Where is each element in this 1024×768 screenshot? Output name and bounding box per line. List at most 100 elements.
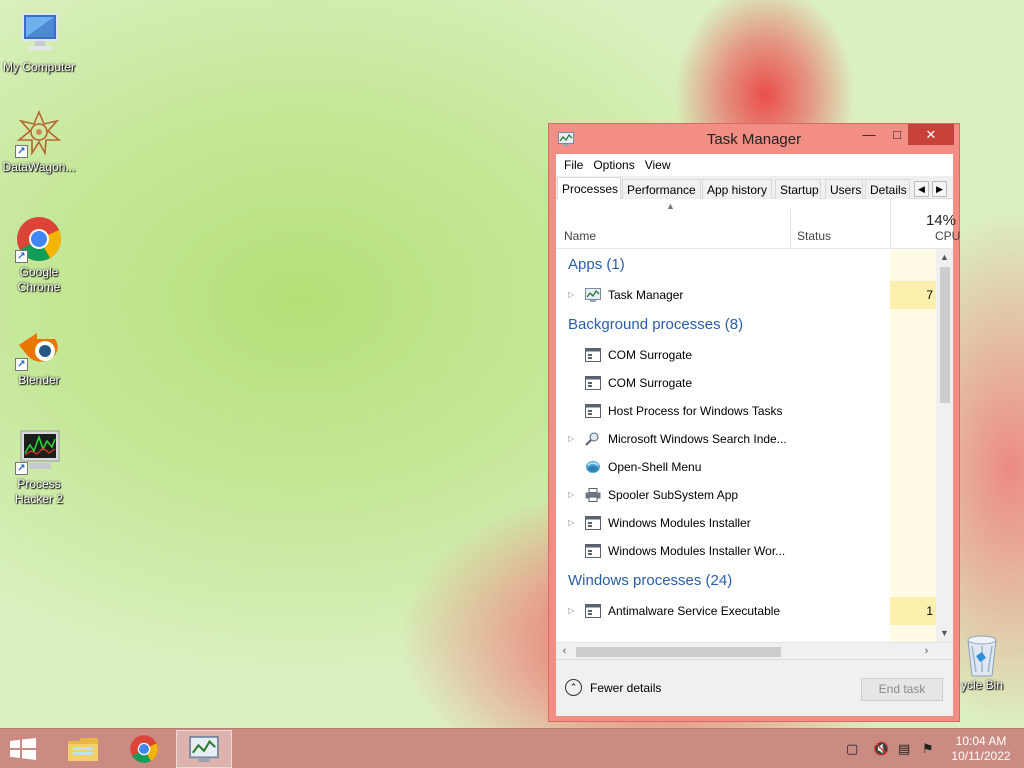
tab-startup[interactable]: Startup <box>775 179 821 199</box>
desktop-icon-process-hacker[interactable]: ↗ Process Hacker 2 <box>0 427 79 507</box>
column-status-header[interactable]: Status <box>797 229 831 243</box>
column-divider[interactable] <box>790 209 791 248</box>
open-shell-icon <box>585 460 601 474</box>
group-header-windows-processes[interactable]: Windows processes (24) <box>556 565 953 597</box>
taskbar-task-manager[interactable] <box>176 730 232 768</box>
expand-arrow-icon[interactable]: ▷ <box>568 518 574 527</box>
flag-error-icon[interactable]: ⚑ <box>922 741 934 757</box>
chevron-left-icon: ◀ <box>918 184 925 194</box>
desktop-icon-my-computer[interactable]: My Computer <box>0 10 79 75</box>
process-row[interactable]: Host Process for Windows Tasks <box>556 397 953 425</box>
network-icon[interactable]: ▤ <box>898 741 910 757</box>
desktop-icon-google-chrome[interactable]: ↗ Google Chrome <box>0 215 79 295</box>
chevron-left-icon: ‹ <box>562 645 567 657</box>
window-client-area: File Options View Processes Performance Ap… <box>556 154 960 716</box>
scroll-down-button[interactable]: ▼ <box>936 625 953 642</box>
menu-view[interactable]: View <box>640 154 676 172</box>
process-row[interactable]: ▷ Spooler SubSystem App <box>556 481 953 509</box>
menu-options[interactable]: Options <box>588 154 639 172</box>
footer-bar: ⌃ Fewer details End task <box>556 659 953 716</box>
minimize-button[interactable]: — <box>855 124 883 145</box>
window-process-icon <box>585 376 601 390</box>
menu-file[interactable]: File <box>559 154 588 172</box>
end-task-button[interactable]: End task <box>861 678 943 701</box>
process-name: Windows Modules Installer <box>608 516 751 530</box>
task-manager-icon <box>585 288 601 302</box>
scroll-up-button[interactable]: ▲ <box>936 249 953 266</box>
process-row[interactable]: COM Surrogate <box>556 369 953 397</box>
process-row[interactable]: Windows Modules Installer Wor... <box>556 537 953 565</box>
scroll-left-button[interactable]: ‹ <box>556 643 573 660</box>
window-process-icon <box>585 516 601 530</box>
process-name: Microsoft Windows Search Inde... <box>608 432 787 446</box>
tab-processes[interactable]: Processes <box>557 177 621 200</box>
desktop-icon-label: DataWagon... <box>2 160 76 174</box>
menu-bar: File Options View <box>556 154 953 176</box>
fewer-details-button[interactable]: ⌃ Fewer details <box>565 679 661 696</box>
chevron-right-icon: ▶ <box>936 184 943 194</box>
scroll-right-button[interactable]: › <box>918 643 935 660</box>
column-name-header[interactable]: Name <box>564 229 596 243</box>
expand-arrow-icon[interactable]: ▷ <box>568 606 574 615</box>
process-cpu: 7 <box>890 281 936 309</box>
start-button[interactable] <box>8 738 38 760</box>
column-header: ▲ Name Status 14% CPU <box>556 199 960 249</box>
search-indexer-icon <box>585 432 601 446</box>
group-header-apps[interactable]: Apps (1) <box>556 249 953 281</box>
tab-bar: Processes Performance App history Startu… <box>556 176 953 200</box>
expand-arrow-icon[interactable]: ▷ <box>568 434 574 443</box>
title-bar[interactable]: Task Manager — □ ✕ <box>549 124 959 154</box>
process-list: Apps (1) ▷ Task Manager 7 Background pro… <box>556 249 953 642</box>
vertical-scroll-thumb[interactable] <box>940 267 950 403</box>
process-row[interactable]: ▷ Task Manager 7 <box>556 281 953 309</box>
sort-ascending-icon: ▲ <box>666 201 675 211</box>
process-cpu: 1 <box>890 597 936 625</box>
process-name: Task Manager <box>608 288 684 302</box>
desktop-icon-recycle-bin[interactable]: ycle Bin <box>952 632 1012 692</box>
window-process-icon <box>585 544 601 558</box>
desktop-icon-datawagon[interactable]: ↗ DataWagon... <box>0 109 79 175</box>
close-button[interactable]: ✕ <box>908 124 954 145</box>
task-manager-icon <box>189 736 219 762</box>
maximize-button[interactable]: □ <box>883 124 911 145</box>
taskbar-chrome[interactable] <box>116 730 172 768</box>
tab-app-history[interactable]: App history <box>702 179 772 199</box>
group-label: Background processes (8) <box>568 316 744 333</box>
tab-performance[interactable]: Performance <box>622 179 701 199</box>
window-process-icon <box>585 404 601 418</box>
process-row[interactable]: Open-Shell Menu <box>556 453 953 481</box>
printer-icon <box>585 488 601 502</box>
windows-logo-icon <box>10 738 36 760</box>
datawagon-icon: ↗ <box>15 109 63 158</box>
chrome-icon <box>130 735 158 763</box>
process-row[interactable]: ▷ Microsoft Windows Search Inde... <box>556 425 953 453</box>
blender-icon: ↗ <box>15 323 63 371</box>
taskbar-file-explorer[interactable] <box>55 730 111 768</box>
column-divider[interactable] <box>890 199 891 248</box>
process-row[interactable]: COM Surrogate <box>556 341 953 369</box>
tab-scroll-right-button[interactable]: ▶ <box>932 181 947 197</box>
group-header-background-processes[interactable]: Background processes (8) <box>556 309 953 341</box>
tab-users[interactable]: Users <box>825 179 863 199</box>
window-process-icon <box>585 604 601 618</box>
system-clock[interactable]: 10:04 AM 10/11/2022 <box>944 734 1018 764</box>
expand-arrow-icon[interactable]: ▷ <box>568 490 574 499</box>
volume-muted-icon[interactable]: 🔇 <box>873 741 889 757</box>
expand-arrow-icon[interactable]: ▷ <box>568 290 574 299</box>
action-center-icon[interactable]: ▢ <box>846 741 858 757</box>
process-row[interactable]: ▷ Windows Modules Installer <box>556 509 953 537</box>
tab-details[interactable]: Details <box>865 179 910 199</box>
task-manager-window[interactable]: Task Manager — □ ✕ File Options View Proce… <box>548 123 960 722</box>
process-name: Windows Modules Installer Wor... <box>608 544 786 558</box>
process-name: COM Surrogate <box>608 348 693 362</box>
group-label: Apps (1) <box>568 256 625 273</box>
desktop-icon-label: Google Chrome <box>17 265 61 294</box>
column-cpu-header[interactable]: CPU <box>935 229 960 243</box>
horizontal-scroll-thumb[interactable] <box>576 647 781 657</box>
process-name: Host Process for Windows Tasks <box>608 404 783 418</box>
horizontal-scrollbar[interactable]: ‹ › <box>556 642 953 659</box>
tab-scroll-left-button[interactable]: ◀ <box>914 181 929 197</box>
vertical-scrollbar[interactable]: ▲ ▼ <box>936 249 953 642</box>
desktop-icon-blender[interactable]: ↗ Blender <box>0 323 79 388</box>
process-row[interactable]: ▷ Antimalware Service Executable 1 <box>556 597 953 625</box>
